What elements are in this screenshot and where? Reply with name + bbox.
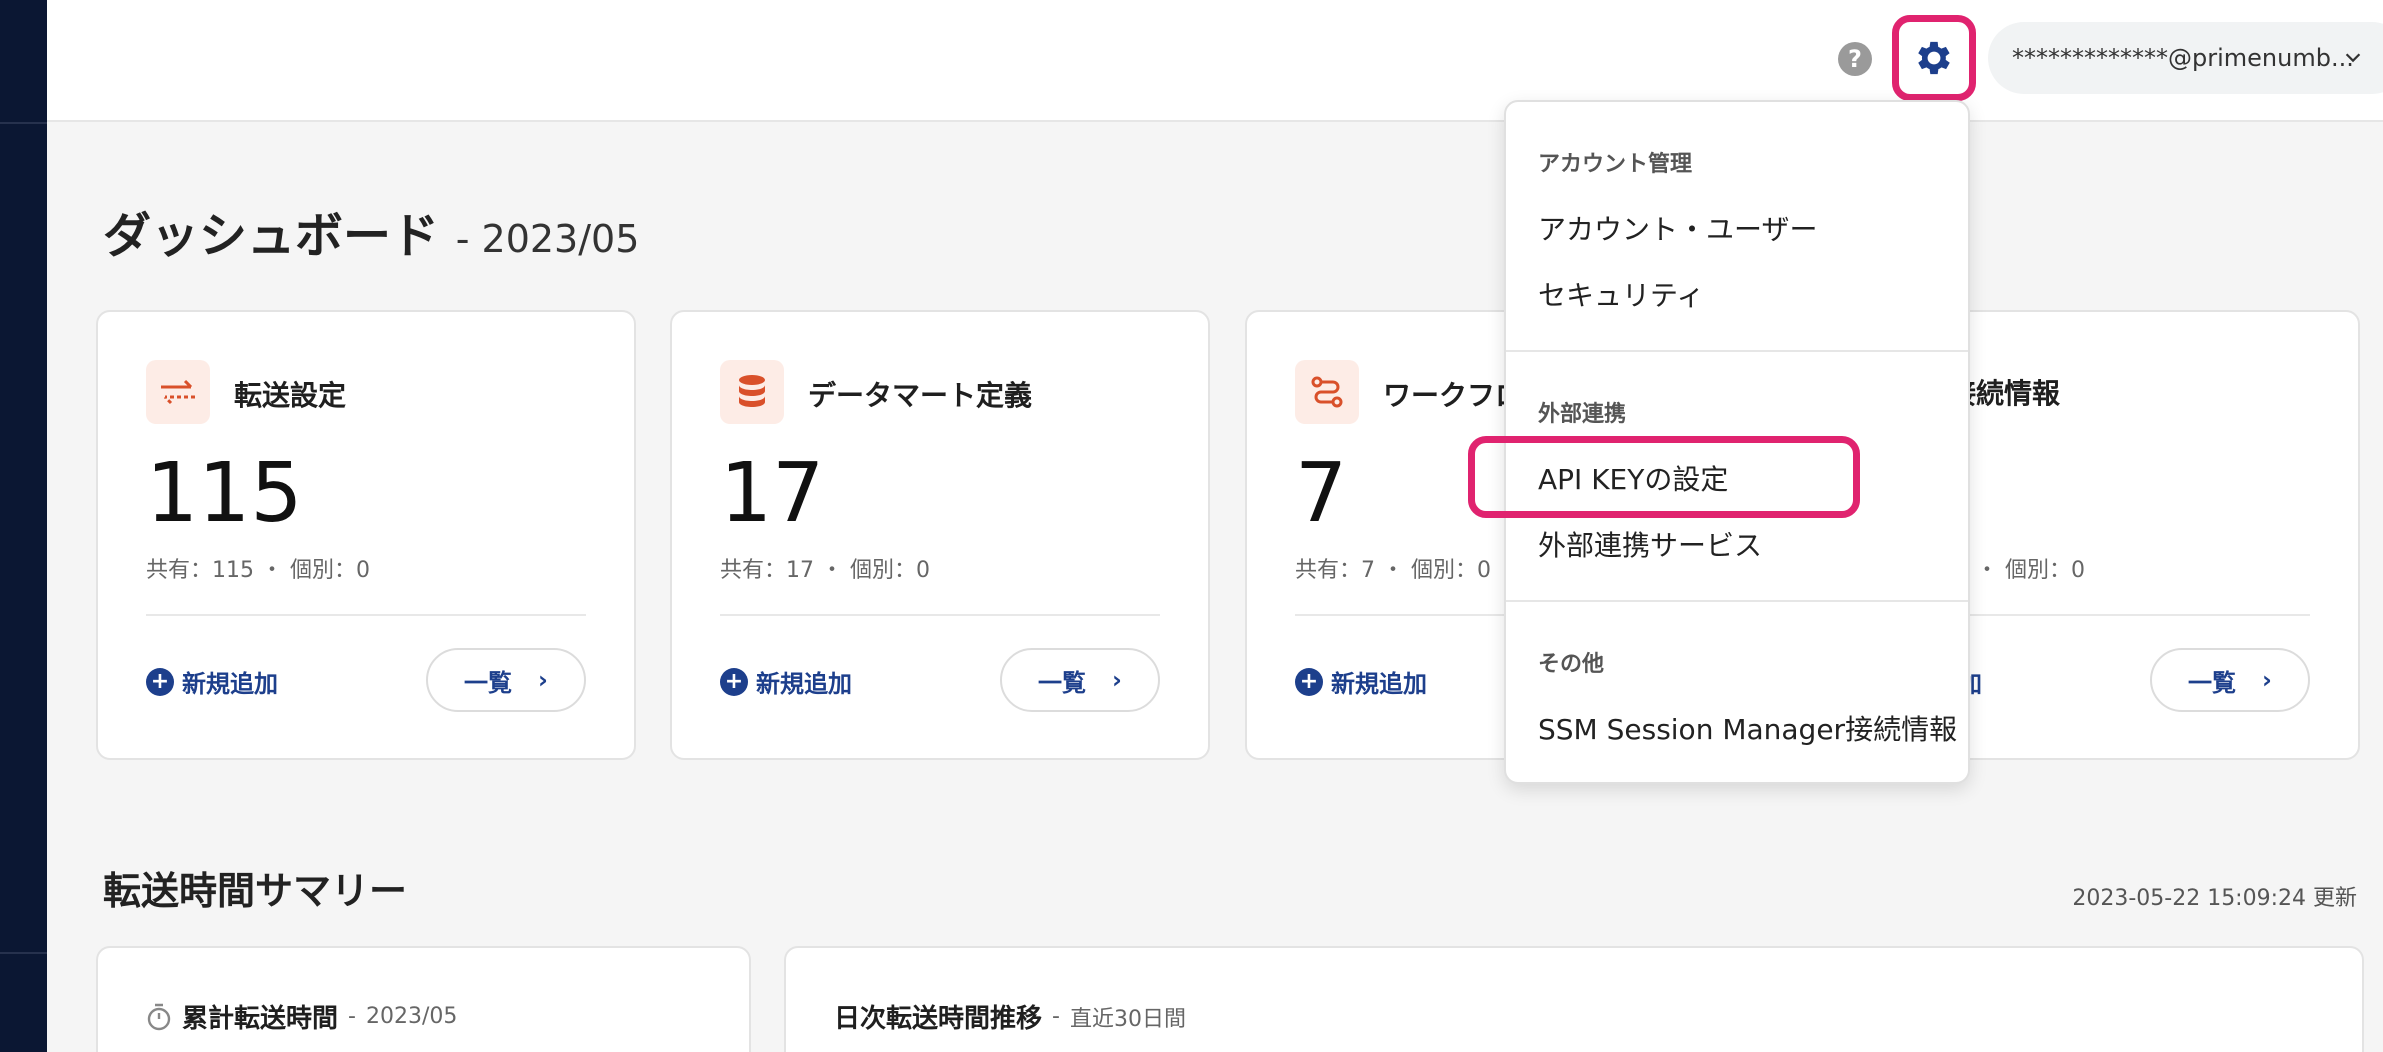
plus-circle-icon: +: [1295, 667, 1323, 696]
list-button[interactable]: 一覧 ›: [2150, 648, 2310, 712]
menu-item-external-services[interactable]: 外部連携サービス: [1538, 524, 1762, 564]
add-new-label: 新規追加: [1331, 670, 1427, 698]
list-button[interactable]: 一覧 ›: [1000, 648, 1160, 712]
page-title-text: ダッシュボード: [103, 208, 440, 264]
plus-circle-icon: +: [146, 667, 174, 696]
left-nav-rail: [0, 0, 47, 1052]
menu-group-account: アカウント管理: [1538, 152, 1693, 177]
card-breakdown: 共有：7 ・ 個別：0: [1295, 558, 1491, 583]
heading-separator: -: [348, 1004, 356, 1029]
database-icon: [720, 360, 784, 424]
total-transfer-time-card: 累計転送時間 - 2023/05: [96, 946, 751, 1052]
plus-circle-icon: +: [720, 667, 748, 696]
add-new-label: 新規追加: [182, 670, 278, 698]
help-icon[interactable]: ?: [1838, 42, 1872, 76]
chevron-right-icon: ›: [1112, 666, 1122, 694]
chevron-down-icon: [2345, 53, 2361, 63]
chevron-right-icon: ›: [2262, 666, 2272, 694]
card-count: 17: [720, 446, 825, 541]
list-label: 一覧: [1038, 668, 1087, 697]
add-new-link[interactable]: + 新規追加: [720, 664, 852, 699]
card-datamart-definitions: データマート定義 17 共有：17 ・ 個別：0 + 新規追加 一覧 ›: [670, 310, 1210, 760]
page-period: - 2023/05: [455, 217, 640, 261]
card-title: ワークフロ: [1383, 379, 1524, 412]
rail-divider: [0, 952, 47, 954]
menu-group-integrations: 外部連携: [1538, 402, 1627, 427]
daily-transfer-trend-card: 日次転送時間推移 - 直近30日間: [784, 946, 2364, 1052]
stopwatch-icon: [147, 1003, 171, 1030]
add-new-link[interactable]: + 新規追加: [146, 664, 278, 699]
card-heading: 累計転送時間 - 2023/05: [146, 998, 457, 1035]
menu-item-ssm-session-manager[interactable]: SSM Session Manager接続情報: [1538, 708, 1957, 748]
rail-divider: [0, 122, 47, 124]
card-breakdown: 共有：17 ・ 個別：0: [720, 558, 930, 583]
card-breakdown: 共有：115 ・ 個別：0: [146, 558, 370, 583]
menu-item-account-users[interactable]: アカウント・ユーザー: [1538, 208, 1817, 248]
heading-separator: -: [1052, 1004, 1060, 1029]
card-heading-title: 日次転送時間推移: [834, 1004, 1043, 1034]
menu-divider: [1506, 350, 1968, 352]
card-count: 115: [146, 446, 303, 541]
menu-divider: [1506, 600, 1968, 602]
list-button[interactable]: 一覧 ›: [426, 648, 586, 712]
list-label: 一覧: [2188, 668, 2237, 697]
api-key-highlight-frame: [1468, 436, 1860, 518]
list-label: 一覧: [464, 668, 513, 697]
card-transfer-settings: 転送設定 115 共有：115 ・ 個別：0 + 新規追加 一覧 ›: [96, 310, 636, 760]
card-divider: [146, 614, 586, 616]
card-heading-period: 直近30日間: [1069, 1006, 1186, 1032]
account-email: *************@primenumb...: [2012, 44, 2354, 72]
account-menu-button[interactable]: *************@primenumb...: [1988, 22, 2383, 94]
settings-highlight-frame: [1892, 15, 1976, 101]
card-title: 転送設定: [234, 379, 347, 412]
menu-group-other: その他: [1538, 652, 1605, 677]
card-breakdown: ・ 個別：0: [1976, 558, 2085, 583]
add-new-link[interactable]: + 新規追加: [1295, 664, 1427, 699]
add-new-label: 新規追加: [756, 670, 852, 698]
page-title: ダッシュボード - 2023/05: [103, 196, 639, 266]
card-count: 7: [1295, 446, 1348, 541]
transfer-icon: [146, 360, 210, 424]
card-divider: [720, 614, 1160, 616]
card-heading: 日次転送時間推移 - 直近30日間: [834, 998, 1186, 1035]
workflow-icon: [1295, 360, 1359, 424]
card-heading-title: 累計転送時間: [182, 1004, 339, 1034]
card-title: データマート定義: [808, 379, 1033, 412]
updated-timestamp: 2023-05-22 15:09:24 更新: [2072, 886, 2357, 911]
menu-item-security[interactable]: セキュリティ: [1538, 274, 1704, 314]
card-heading-period: 2023/05: [365, 1004, 458, 1029]
chevron-right-icon: ›: [538, 666, 548, 694]
section-title: 転送時間サマリー: [103, 869, 408, 913]
